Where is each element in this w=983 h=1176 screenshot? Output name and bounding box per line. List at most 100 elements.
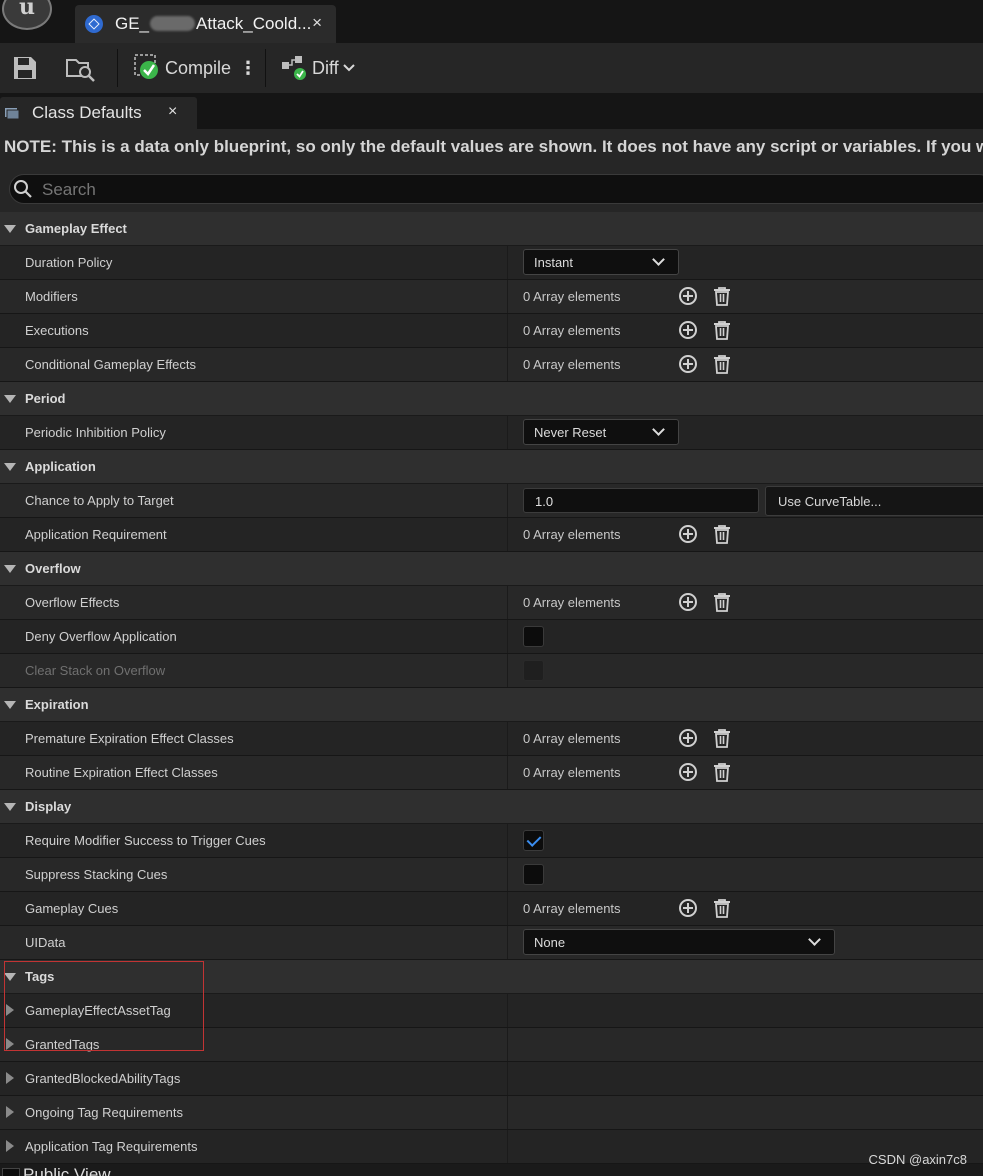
- class-defaults-label: Class Defaults: [32, 103, 142, 122]
- property-label: GameplayEffectAssetTag: [25, 1003, 171, 1018]
- collapsed-arrow-icon[interactable]: [6, 1004, 14, 1016]
- require-modifier-success-to-trigger-cues-checkbox[interactable]: [523, 830, 544, 851]
- column-divider[interactable]: [507, 756, 508, 789]
- trash-icon[interactable]: [712, 286, 732, 306]
- document-tab[interactable]: GE_ Attack_Coold... ×: [75, 5, 336, 43]
- column-divider[interactable]: [507, 926, 508, 959]
- column-divider[interactable]: [507, 1028, 508, 1061]
- close-panel-icon[interactable]: ×: [168, 103, 177, 121]
- column-divider[interactable]: [507, 620, 508, 653]
- property-row-grantedtags[interactable]: GrantedTags: [0, 1028, 983, 1062]
- array-count: 0 Array elements: [523, 527, 621, 542]
- expand-arrow-icon[interactable]: [4, 463, 16, 471]
- property-row-clear-stack-on-overflow: Clear Stack on Overflow: [0, 654, 983, 688]
- unreal-logo-icon[interactable]: [2, 0, 52, 30]
- array-count: 0 Array elements: [523, 901, 621, 916]
- search-input[interactable]: [40, 177, 944, 203]
- diff-button[interactable]: Diff: [281, 52, 356, 84]
- deny-overflow-application-checkbox[interactable]: [523, 626, 544, 647]
- trash-icon[interactable]: [712, 320, 732, 340]
- property-label: Ongoing Tag Requirements: [25, 1105, 184, 1120]
- add-element-icon[interactable]: [679, 763, 697, 781]
- column-divider[interactable]: [507, 586, 508, 619]
- collapsed-arrow-icon[interactable]: [6, 1140, 14, 1152]
- property-label: Modifiers: [25, 289, 78, 304]
- trash-icon[interactable]: [712, 898, 732, 918]
- property-row-application-tag-requirements[interactable]: Application Tag Requirements: [0, 1130, 983, 1164]
- add-element-icon[interactable]: [679, 593, 697, 611]
- collapsed-arrow-icon[interactable]: [6, 1106, 14, 1118]
- expand-arrow-icon[interactable]: [4, 973, 16, 981]
- chevron-down-icon: [652, 253, 665, 266]
- close-tab-icon[interactable]: ×: [312, 13, 322, 33]
- column-divider[interactable]: [507, 824, 508, 857]
- category-period[interactable]: Period: [0, 382, 983, 416]
- trash-icon[interactable]: [712, 728, 732, 748]
- category-gameplay-effect[interactable]: Gameplay Effect: [0, 212, 983, 246]
- column-divider[interactable]: [507, 1130, 508, 1163]
- trash-icon[interactable]: [712, 354, 732, 374]
- column-divider[interactable]: [507, 892, 508, 925]
- periodic-inhibition-policy-dropdown[interactable]: Never Reset: [523, 419, 679, 445]
- column-divider[interactable]: [507, 858, 508, 891]
- trash-icon[interactable]: [712, 524, 732, 544]
- add-element-icon[interactable]: [679, 287, 697, 305]
- column-divider[interactable]: [507, 994, 508, 1027]
- category-application[interactable]: Application: [0, 450, 983, 484]
- category-overflow[interactable]: Overflow: [0, 552, 983, 586]
- duration-policy-dropdown[interactable]: Instant: [523, 249, 679, 275]
- watermark: CSDN @axin7c8: [868, 1152, 967, 1167]
- add-element-icon[interactable]: [679, 899, 697, 917]
- column-divider[interactable]: [507, 1096, 508, 1129]
- expand-arrow-icon[interactable]: [4, 701, 16, 709]
- property-label: Suppress Stacking Cues: [25, 867, 168, 882]
- uidata-dropdown[interactable]: None: [523, 929, 835, 955]
- property-label: GrantedBlockedAbilityTags: [25, 1071, 181, 1086]
- property-row-overflow-effects: Overflow Effects 0 Array elements: [0, 586, 983, 620]
- use-curvetable-button[interactable]: Use CurveTable...: [765, 486, 983, 516]
- property-label: Routine Expiration Effect Classes: [25, 765, 218, 780]
- property-row-gameplayeffectassettag[interactable]: GameplayEffectAssetTag: [0, 994, 983, 1028]
- suppress-stacking-cues-checkbox[interactable]: [523, 864, 544, 885]
- collapsed-arrow-icon[interactable]: [6, 1072, 14, 1084]
- chance-to-apply-to-target-input[interactable]: 1.0: [523, 488, 759, 513]
- property-row-grantedblockedabilitytags[interactable]: GrantedBlockedAbilityTags: [0, 1062, 983, 1096]
- add-element-icon[interactable]: [679, 525, 697, 543]
- property-row-chance-to-apply-to-target: Chance to Apply to Target 1.0 Use CurveTab…: [0, 484, 983, 518]
- expand-arrow-icon[interactable]: [4, 565, 16, 573]
- expand-arrow-icon[interactable]: [4, 803, 16, 811]
- array-count: 0 Array elements: [523, 731, 621, 746]
- column-divider[interactable]: [507, 654, 508, 687]
- class-defaults-tab[interactable]: Class Defaults ×: [0, 97, 197, 129]
- add-element-icon[interactable]: [679, 321, 697, 339]
- trash-icon[interactable]: [712, 592, 732, 612]
- column-divider[interactable]: [507, 348, 508, 381]
- category-label: Period: [25, 391, 66, 406]
- category-expiration[interactable]: Expiration: [0, 688, 983, 722]
- column-divider[interactable]: [507, 1062, 508, 1095]
- column-divider[interactable]: [507, 246, 508, 279]
- column-divider[interactable]: [507, 484, 508, 517]
- column-divider[interactable]: [507, 518, 508, 551]
- column-divider[interactable]: [507, 722, 508, 755]
- property-row-ongoing-tag-requirements[interactable]: Ongoing Tag Requirements: [0, 1096, 983, 1130]
- collapsed-arrow-icon[interactable]: [6, 1038, 14, 1050]
- expand-arrow-icon[interactable]: [4, 225, 16, 233]
- column-divider[interactable]: [507, 314, 508, 347]
- save-button[interactable]: [12, 52, 38, 84]
- column-divider[interactable]: [507, 280, 508, 313]
- expand-arrow-icon[interactable]: [4, 395, 16, 403]
- note-text: NOTE: This is a data only blueprint, so …: [4, 137, 983, 156]
- column-divider[interactable]: [507, 416, 508, 449]
- add-element-icon[interactable]: [679, 355, 697, 373]
- browse-button[interactable]: [66, 52, 96, 84]
- trash-icon[interactable]: [712, 762, 732, 782]
- public-view-checkbox[interactable]: [2, 1168, 20, 1176]
- category-tags[interactable]: Tags: [0, 960, 983, 994]
- search-box[interactable]: [9, 174, 983, 204]
- category-display[interactable]: Display: [0, 790, 983, 824]
- add-element-icon[interactable]: [679, 729, 697, 747]
- property-row-require-modifier-success-to-trigger-cues: Require Modifier Success to Trigger Cues: [0, 824, 983, 858]
- compile-options-button[interactable]: ⋮: [239, 52, 257, 84]
- compile-button[interactable]: Compile: [134, 52, 231, 84]
